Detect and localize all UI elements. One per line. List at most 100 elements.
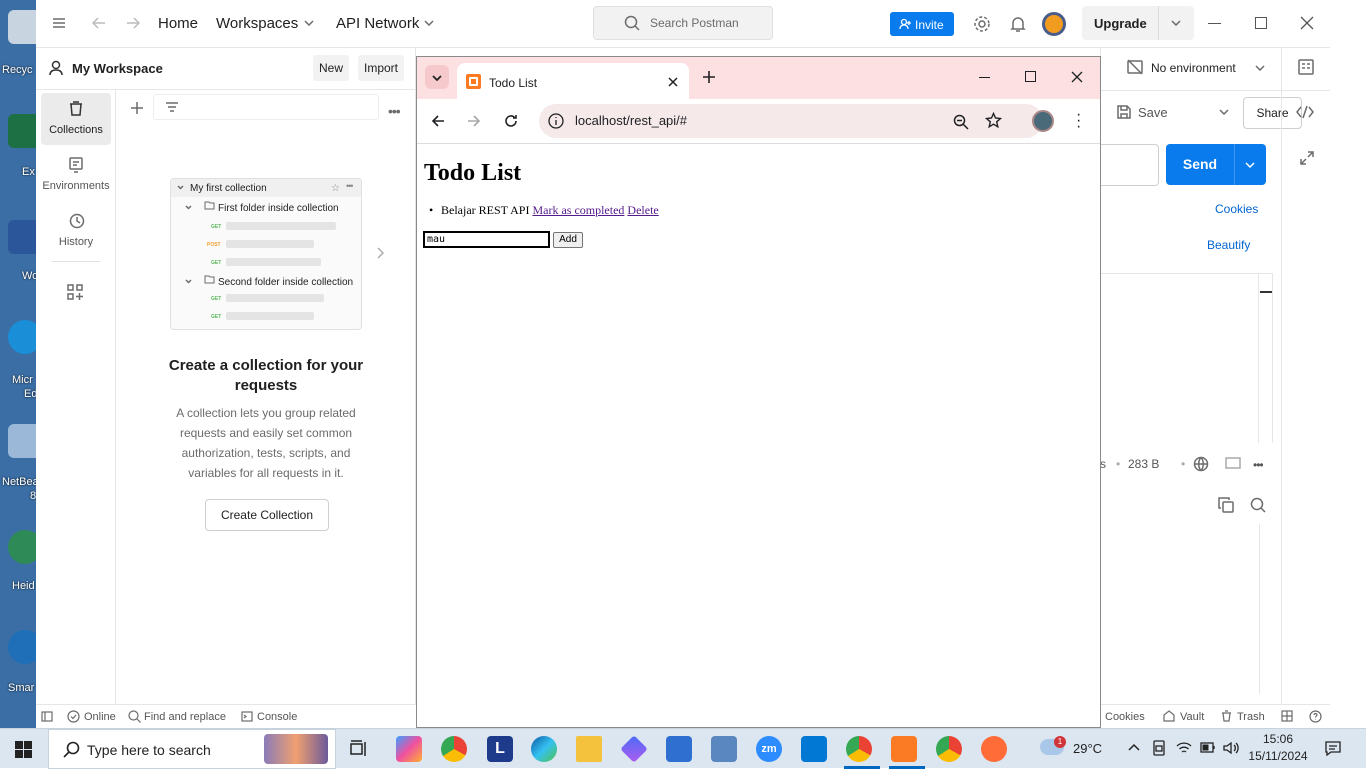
netbeans-icon[interactable] (8, 424, 36, 458)
share-button[interactable]: Share (1243, 97, 1302, 129)
heidisql-icon[interactable] (8, 530, 36, 564)
layout-icon[interactable] (1281, 710, 1293, 722)
save-button[interactable]: Save (1138, 105, 1168, 120)
chevron-down-icon[interactable] (1245, 162, 1255, 168)
maximize-icon[interactable] (1255, 17, 1267, 29)
create-collection-button[interactable]: Create Collection (205, 499, 329, 531)
notifications-icon[interactable] (1325, 741, 1341, 756)
address-bar[interactable]: localhost/rest_api/# (539, 104, 1043, 138)
vscode-icon[interactable] (801, 736, 827, 762)
maximize-icon[interactable] (1025, 71, 1036, 82)
new-tab-icon[interactable] (702, 70, 716, 84)
nav-workspaces[interactable]: Workspaces (216, 15, 298, 32)
chevron-down-icon[interactable] (1219, 109, 1229, 115)
scrollbar-thumb[interactable] (1260, 291, 1272, 293)
clock-date[interactable]: 15/11/2024 (1246, 749, 1310, 763)
invite-button[interactable]: Invite (890, 12, 954, 36)
tab-todo-list[interactable]: Todo List (457, 63, 689, 99)
reload-icon[interactable] (503, 113, 519, 129)
chevron-up-icon[interactable] (1128, 743, 1140, 751)
more-options-icon[interactable]: ••• (1253, 458, 1264, 472)
mail-icon[interactable] (666, 736, 692, 762)
todo-input[interactable] (423, 231, 550, 248)
zoom-icon[interactable]: zm (756, 736, 782, 762)
search-bar[interactable]: Search Postman (593, 6, 773, 40)
copilot-icon[interactable] (396, 736, 422, 762)
smartphp-icon[interactable] (8, 630, 36, 664)
back-arrow-icon[interactable] (431, 114, 445, 128)
more-options-icon[interactable]: ••• (388, 103, 401, 119)
url-input[interactable] (1100, 144, 1159, 186)
chrome-profile-icon[interactable] (936, 736, 962, 762)
chevron-down-icon[interactable] (1255, 65, 1265, 71)
recycle-bin-icon[interactable] (8, 10, 36, 44)
code-icon[interactable] (1296, 105, 1314, 119)
app-diamond-icon[interactable] (620, 735, 648, 763)
close-tab-icon[interactable] (668, 77, 678, 87)
task-view-icon[interactable] (350, 740, 368, 758)
profile-avatar[interactable] (1032, 110, 1054, 132)
beautify-link[interactable]: Beautify (1207, 238, 1250, 252)
environment-selector[interactable]: No environment (1151, 61, 1236, 75)
zoom-icon[interactable] (953, 114, 969, 130)
send-button[interactable]: Send (1166, 144, 1266, 185)
chevron-down-icon[interactable] (1171, 20, 1181, 26)
body-editor[interactable] (1100, 273, 1273, 443)
tab-search-button[interactable] (425, 65, 449, 89)
console-button[interactable]: Console (257, 711, 297, 723)
postman-icon[interactable] (981, 736, 1007, 762)
windows-start-icon[interactable] (15, 741, 32, 758)
sidebar-item-environments[interactable]: Environments (41, 149, 111, 201)
edge-icon[interactable] (531, 736, 557, 762)
close-icon[interactable] (1300, 16, 1314, 30)
delete-link[interactable]: Delete (627, 203, 658, 217)
trash-button[interactable]: Trash (1237, 711, 1265, 723)
word-icon[interactable] (8, 220, 36, 254)
help-icon[interactable] (1309, 710, 1322, 723)
save-example-icon[interactable] (1225, 457, 1241, 469)
environment-quick-look-icon[interactable] (1298, 59, 1314, 75)
chevron-right-icon[interactable] (377, 247, 384, 259)
vault-button[interactable]: Vault (1180, 711, 1204, 723)
upgrade-button[interactable]: Upgrade (1082, 6, 1194, 40)
battery-icon[interactable] (1200, 742, 1216, 753)
settings-gear-icon[interactable] (973, 15, 991, 33)
online-status[interactable]: Online (84, 711, 116, 723)
bell-icon[interactable] (1010, 15, 1026, 33)
sidebar-item-collections[interactable]: Collections (41, 93, 111, 145)
wifi-icon[interactable] (1176, 741, 1192, 755)
site-info-icon[interactable] (547, 112, 565, 130)
volume-icon[interactable] (1223, 741, 1239, 755)
import-button[interactable]: Import (358, 55, 405, 81)
bookmark-star-icon[interactable] (985, 112, 1002, 129)
minimize-icon[interactable] (979, 77, 990, 78)
globe-icon[interactable] (1193, 456, 1209, 472)
weather-temp[interactable]: 29°C (1073, 741, 1102, 756)
mark-completed-link[interactable]: Mark as completed (532, 203, 624, 217)
forward-arrow-icon[interactable] (467, 114, 481, 128)
chrome-profile-icon[interactable] (846, 736, 872, 762)
app-l-icon[interactable]: L (487, 736, 513, 762)
excel-icon[interactable] (8, 114, 36, 148)
sidebar-toggle-icon[interactable] (41, 711, 53, 722)
forward-arrow-icon[interactable] (126, 17, 140, 29)
taskbar-search-box[interactable]: Type here to search (48, 729, 336, 769)
avatar[interactable] (1042, 12, 1066, 36)
sidebar-item-history[interactable]: History (41, 205, 111, 257)
find-replace-button[interactable]: Find and replace (144, 711, 226, 723)
back-arrow-icon[interactable] (92, 17, 106, 29)
menu-icon[interactable] (52, 17, 66, 29)
clock-time[interactable]: 15:06 (1251, 732, 1305, 746)
xampp-icon[interactable] (891, 736, 917, 762)
virtualbox-icon[interactable] (711, 736, 737, 762)
add-button[interactable]: Add (553, 232, 583, 248)
nav-home[interactable]: Home (158, 15, 198, 32)
nav-api-network[interactable]: API Network (336, 15, 419, 32)
cookies-button[interactable]: Cookies (1105, 711, 1145, 723)
expand-icon[interactable] (1299, 150, 1315, 166)
kebab-menu-icon[interactable]: · · · (1076, 107, 1081, 135)
search-icon[interactable] (1250, 497, 1266, 513)
add-icon[interactable] (130, 101, 144, 115)
workspace-name[interactable]: My Workspace (72, 61, 163, 76)
device-icon[interactable] (1152, 740, 1166, 756)
